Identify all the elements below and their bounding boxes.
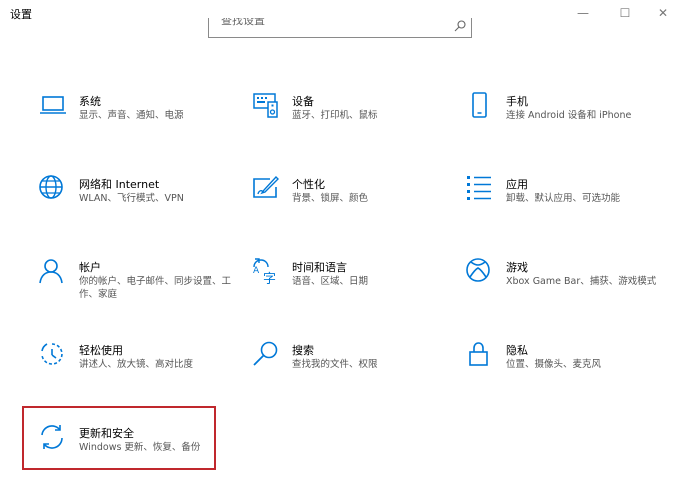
- search-placeholder: 查找设置: [221, 18, 265, 27]
- category-system[interactable]: 系统 显示、声音、通知、电源: [39, 92, 239, 148]
- category-label: 帐户: [79, 261, 101, 274]
- category-label: 设备: [292, 95, 314, 108]
- laptop-icon: [40, 96, 66, 114]
- category-privacy[interactable]: 隐私 位置、摄像头、麦克风: [466, 341, 666, 397]
- category-phone[interactable]: 手机 连接 Android 设备和 iPhone: [466, 92, 666, 148]
- close-button[interactable]: ✕: [646, 0, 680, 26]
- category-desc: 背景、锁屏、颜色: [292, 193, 369, 204]
- paint-icon: [253, 175, 279, 198]
- category-desc: 讲述人、放大镜、高对比度: [79, 359, 194, 370]
- time-language-icon: A 字: [253, 258, 276, 286]
- category-desc: 查找我的文件、权限: [292, 359, 378, 370]
- category-label: 搜索: [292, 344, 314, 357]
- category-label: 应用: [506, 178, 528, 191]
- person-icon: [39, 259, 63, 284]
- category-desc: 卸载、默认应用、可选功能: [506, 193, 621, 204]
- category-desc: 语音、区域、日期: [292, 276, 369, 287]
- category-desc: 显示、声音、通知、电源: [79, 110, 184, 121]
- search-icon: [253, 341, 278, 366]
- ease-of-access-icon: [41, 343, 63, 365]
- category-label: 个性化: [292, 178, 325, 191]
- highlight-box: [22, 406, 216, 470]
- category-label: 隐私: [506, 344, 528, 357]
- category-desc: 连接 Android 设备和 iPhone: [506, 110, 632, 121]
- category-search[interactable]: 搜索 查找我的文件、权限: [252, 341, 452, 397]
- category-gaming[interactable]: 游戏 Xbox Game Bar、捕获、游戏模式: [466, 258, 666, 314]
- category-label: 手机: [506, 95, 528, 108]
- category-personalization[interactable]: 个性化 背景、锁屏、颜色: [252, 175, 452, 231]
- svg-text:A: A: [253, 266, 260, 276]
- apps-list-icon: [467, 176, 491, 200]
- category-label: 轻松使用: [79, 344, 123, 357]
- minimize-button[interactable]: —: [566, 0, 600, 26]
- category-label: 时间和语言: [292, 261, 347, 274]
- globe-icon: [39, 175, 63, 199]
- category-desc: 蓝牙、打印机、鼠标: [292, 110, 378, 121]
- xbox-icon: [466, 258, 490, 282]
- category-network[interactable]: 网络和 Internet WLAN、飞行模式、VPN: [39, 175, 239, 231]
- category-desc: Xbox Game Bar、捕获、游戏模式: [506, 276, 657, 287]
- category-label: 系统: [79, 95, 101, 108]
- category-time-language[interactable]: A 字 时间和语言 语音、区域、日期: [252, 258, 452, 314]
- maximize-button[interactable]: ☐: [608, 0, 642, 26]
- search-box[interactable]: 查找设置: [208, 18, 472, 38]
- category-label: 网络和 Internet: [79, 178, 160, 191]
- category-devices[interactable]: 设备 蓝牙、打印机、鼠标: [252, 92, 452, 148]
- category-ease-of-access[interactable]: 轻松使用 讲述人、放大镜、高对比度: [39, 341, 239, 397]
- category-accounts[interactable]: 帐户 你的帐户、电子邮件、同步设置、工作、家庭: [39, 258, 239, 314]
- category-desc: 位置、摄像头、麦克风: [506, 359, 602, 370]
- category-desc: 你的帐户、电子邮件、同步设置、工作、家庭: [79, 276, 232, 300]
- lock-icon: [469, 342, 488, 366]
- category-apps[interactable]: 应用 卸载、默认应用、可选功能: [466, 175, 666, 231]
- category-label: 游戏: [506, 261, 528, 274]
- svg-text:字: 字: [263, 272, 276, 286]
- window-title: 设置: [10, 8, 32, 21]
- phone-icon: [472, 92, 487, 118]
- devices-icon: [253, 93, 278, 118]
- search-box-icon[interactable]: [453, 19, 467, 33]
- category-desc: WLAN、飞行模式、VPN: [79, 193, 184, 204]
